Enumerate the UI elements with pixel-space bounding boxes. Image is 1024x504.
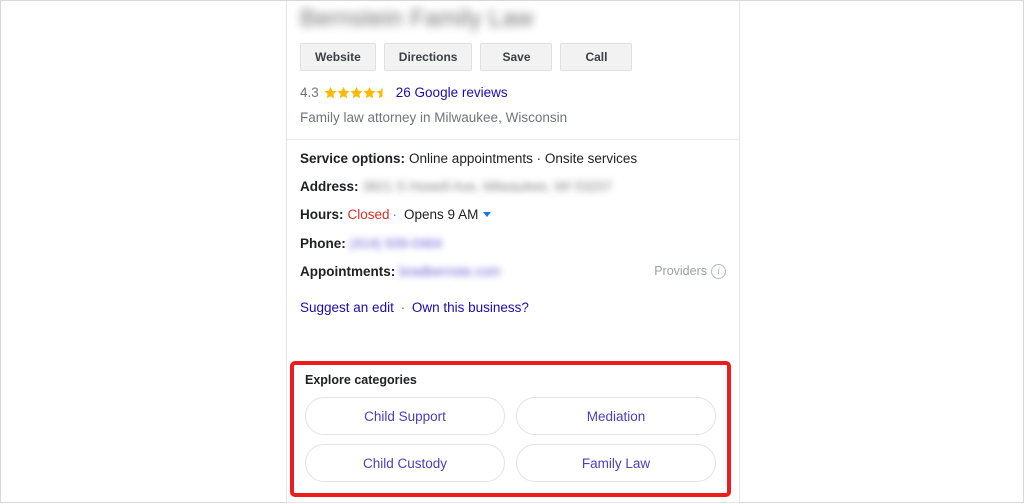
detail-row-phone: Phone: (414) 939-0464: [300, 236, 726, 252]
hours-status-badge: Closed: [347, 207, 390, 223]
star-icon-half-5: [376, 86, 389, 99]
appointments-value-redacted[interactable]: bradbernste.com: [399, 264, 500, 280]
call-button-label: Call: [585, 50, 608, 64]
explore-chip-row-1: Child Support Mediation: [305, 397, 716, 435]
star-icon-full-3: [350, 86, 363, 99]
star-icon-full-2: [337, 86, 350, 99]
explore-chip-row-2: Child Custody Family Law: [305, 444, 716, 482]
chevron-down-icon[interactable]: [483, 212, 492, 218]
screenshot-canvas: Bernstein Family Law Website Directions …: [0, 0, 1024, 504]
address-label: Address:: [300, 179, 359, 195]
google-knowledge-panel: Bernstein Family Law Website Directions …: [286, 1, 740, 504]
business-category: Family law attorney in Milwaukee, Wiscon…: [300, 110, 568, 125]
explore-categories-highlight-box: Explore categories Child Support Mediati…: [290, 361, 731, 497]
directions-button[interactable]: Directions: [383, 43, 473, 71]
service-options-value: Online appointments · Onsite services: [409, 151, 638, 166]
suggest-an-edit-link[interactable]: Suggest an edit: [300, 300, 394, 315]
star-rating: [324, 86, 389, 99]
call-button[interactable]: Call: [560, 43, 633, 71]
save-button-label: Save: [502, 50, 531, 64]
detail-row-appointments: Appointments: bradbernste.com Providers …: [300, 263, 726, 280]
website-button-label: Website: [315, 50, 361, 64]
chip-family-law-label: Family Law: [581, 455, 651, 471]
service-options-label: Service options:: [300, 151, 406, 166]
phone-label: Phone:: [300, 235, 346, 251]
directions-button-label: Directions: [398, 50, 458, 64]
detail-row-service-options: Service options: Online appointments · O…: [300, 151, 726, 167]
business-title: Bernstein Family Law: [300, 5, 534, 32]
panel-header: Bernstein Family Law Website Directions …: [287, 1, 739, 139]
rating-value: 4.3: [300, 84, 319, 100]
edit-links-row: Suggest an edit · Own this business?: [300, 300, 726, 337]
star-icon-full-1: [324, 86, 337, 99]
hours-next-open: Opens 9 AM: [404, 207, 479, 223]
phone-value-redacted[interactable]: (414) 939-0464: [350, 236, 442, 252]
chip-mediation-label: Mediation: [586, 408, 646, 424]
own-this-business-link[interactable]: Own this business?: [412, 300, 529, 315]
hours-label: Hours:: [300, 207, 344, 223]
info-icon[interactable]: i: [711, 263, 726, 279]
edit-links-separator: ·: [400, 299, 406, 315]
chip-child-custody[interactable]: Child Custody: [305, 444, 505, 482]
appointments-label: Appointments:: [300, 263, 396, 279]
rating-row: 4.3 26 Google reviews: [300, 83, 726, 101]
google-reviews-link[interactable]: 26 Google reviews: [396, 85, 508, 100]
providers-control[interactable]: Providers i: [654, 263, 726, 279]
business-title-row: Bernstein Family Law: [300, 1, 726, 41]
website-button[interactable]: Website: [300, 43, 376, 71]
star-icon-full-4: [363, 86, 376, 99]
action-button-group: Website Directions Save Call: [300, 43, 726, 71]
save-button[interactable]: Save: [480, 43, 553, 71]
chip-family-law[interactable]: Family Law: [516, 444, 716, 482]
detail-row-hours: Hours: Closed · Opens 9 AM: [300, 207, 726, 223]
chip-child-support[interactable]: Child Support: [305, 397, 505, 435]
providers-label: Providers: [654, 263, 707, 278]
hours-separator: ·: [392, 207, 398, 223]
address-value-redacted[interactable]: 3821 S Howell Ave, Milwaukee, WI 53207: [363, 179, 613, 195]
chip-child-custody-label: Child Custody: [362, 455, 448, 471]
business-details-list: Service options: Online appointments · O…: [287, 140, 739, 337]
explore-categories-heading: Explore categories: [305, 373, 417, 387]
detail-row-address: Address: 3821 S Howell Ave, Milwaukee, W…: [300, 179, 726, 195]
chip-child-support-label: Child Support: [364, 408, 446, 424]
chip-mediation[interactable]: Mediation: [516, 397, 716, 435]
explore-categories-section: Explore categories Child Support Mediati…: [294, 365, 727, 501]
